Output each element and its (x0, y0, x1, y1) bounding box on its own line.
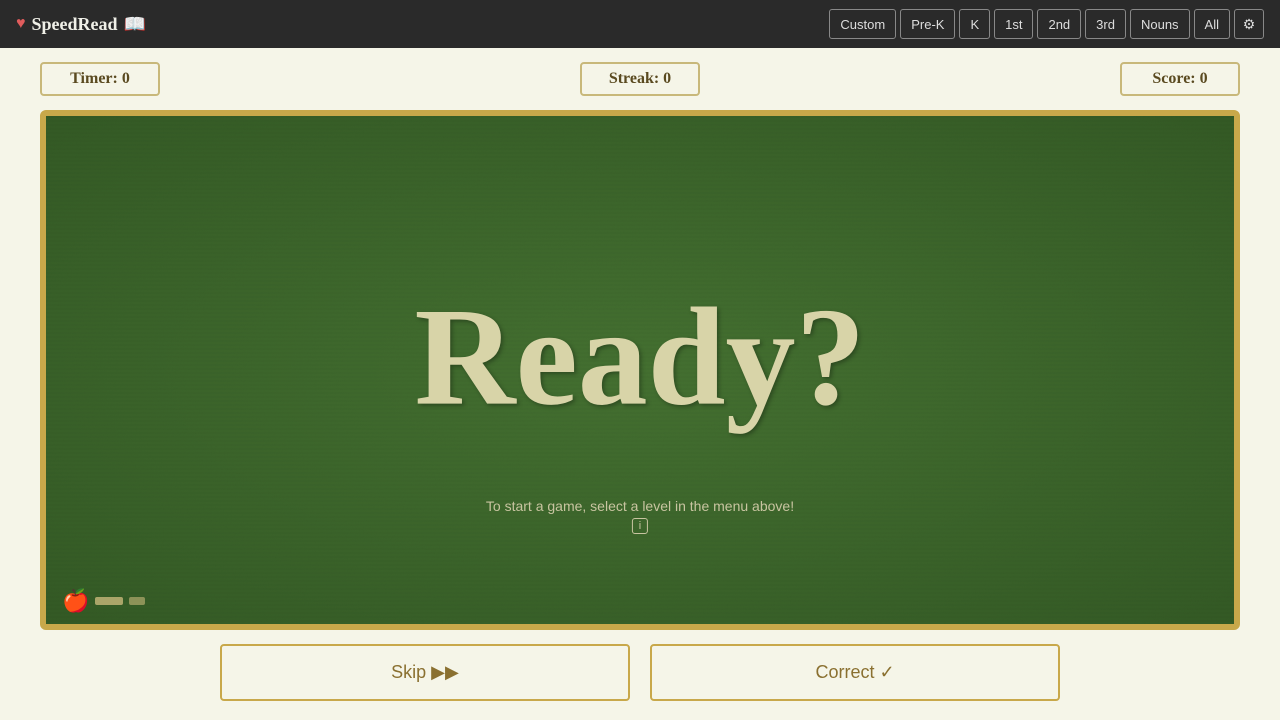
book-icon: 📖 (124, 14, 146, 35)
chalkboard-inner: Ready? To start a game, select a level i… (46, 116, 1234, 624)
correct-button[interactable]: Correct ✓ (650, 644, 1060, 701)
heart-icon: ♥ (16, 15, 26, 33)
skip-button[interactable]: Skip ▶▶ (220, 644, 630, 701)
info-icon: i (632, 518, 648, 534)
level-btn-k[interactable]: K (959, 9, 990, 39)
timer-display: Timer: 0 (40, 62, 160, 96)
app-name: SpeedRead (32, 14, 118, 35)
level-btn-2nd[interactable]: 2nd (1037, 9, 1081, 39)
start-hint: To start a game, select a level in the m… (486, 498, 794, 534)
gear-icon: ⚙ (1243, 16, 1256, 33)
level-btn-all[interactable]: All (1194, 9, 1230, 39)
hint-text: To start a game, select a level in the m… (486, 498, 794, 514)
score-display: Score: 0 (1120, 62, 1240, 96)
chalk-piece-2 (129, 597, 145, 605)
main-word-display: Ready? (414, 277, 865, 438)
action-row: Skip ▶▶ Correct ✓ (0, 630, 1280, 715)
apple-icon: 🍎 (62, 588, 89, 614)
chalkboard: Ready? To start a game, select a level i… (40, 110, 1240, 630)
level-btn-3rd[interactable]: 3rd (1085, 9, 1126, 39)
top-bar: ♥ SpeedRead 📖 Custom Pre-K K 1st 2nd 3rd… (0, 0, 1280, 48)
chalk-tray: 🍎 (62, 588, 145, 614)
app-title: ♥ SpeedRead 📖 (16, 14, 146, 35)
stats-row: Timer: 0 Streak: 0 Score: 0 (0, 48, 1280, 110)
level-btn-custom[interactable]: Custom (829, 9, 896, 39)
level-btn-prek[interactable]: Pre-K (900, 9, 955, 39)
settings-button[interactable]: ⚙ (1234, 9, 1264, 39)
level-btn-1st[interactable]: 1st (994, 9, 1033, 39)
level-btn-nouns[interactable]: Nouns (1130, 9, 1190, 39)
streak-display: Streak: 0 (580, 62, 700, 96)
level-buttons: Custom Pre-K K 1st 2nd 3rd Nouns All ⚙ (829, 9, 1264, 39)
chalk-piece-1 (95, 597, 123, 605)
